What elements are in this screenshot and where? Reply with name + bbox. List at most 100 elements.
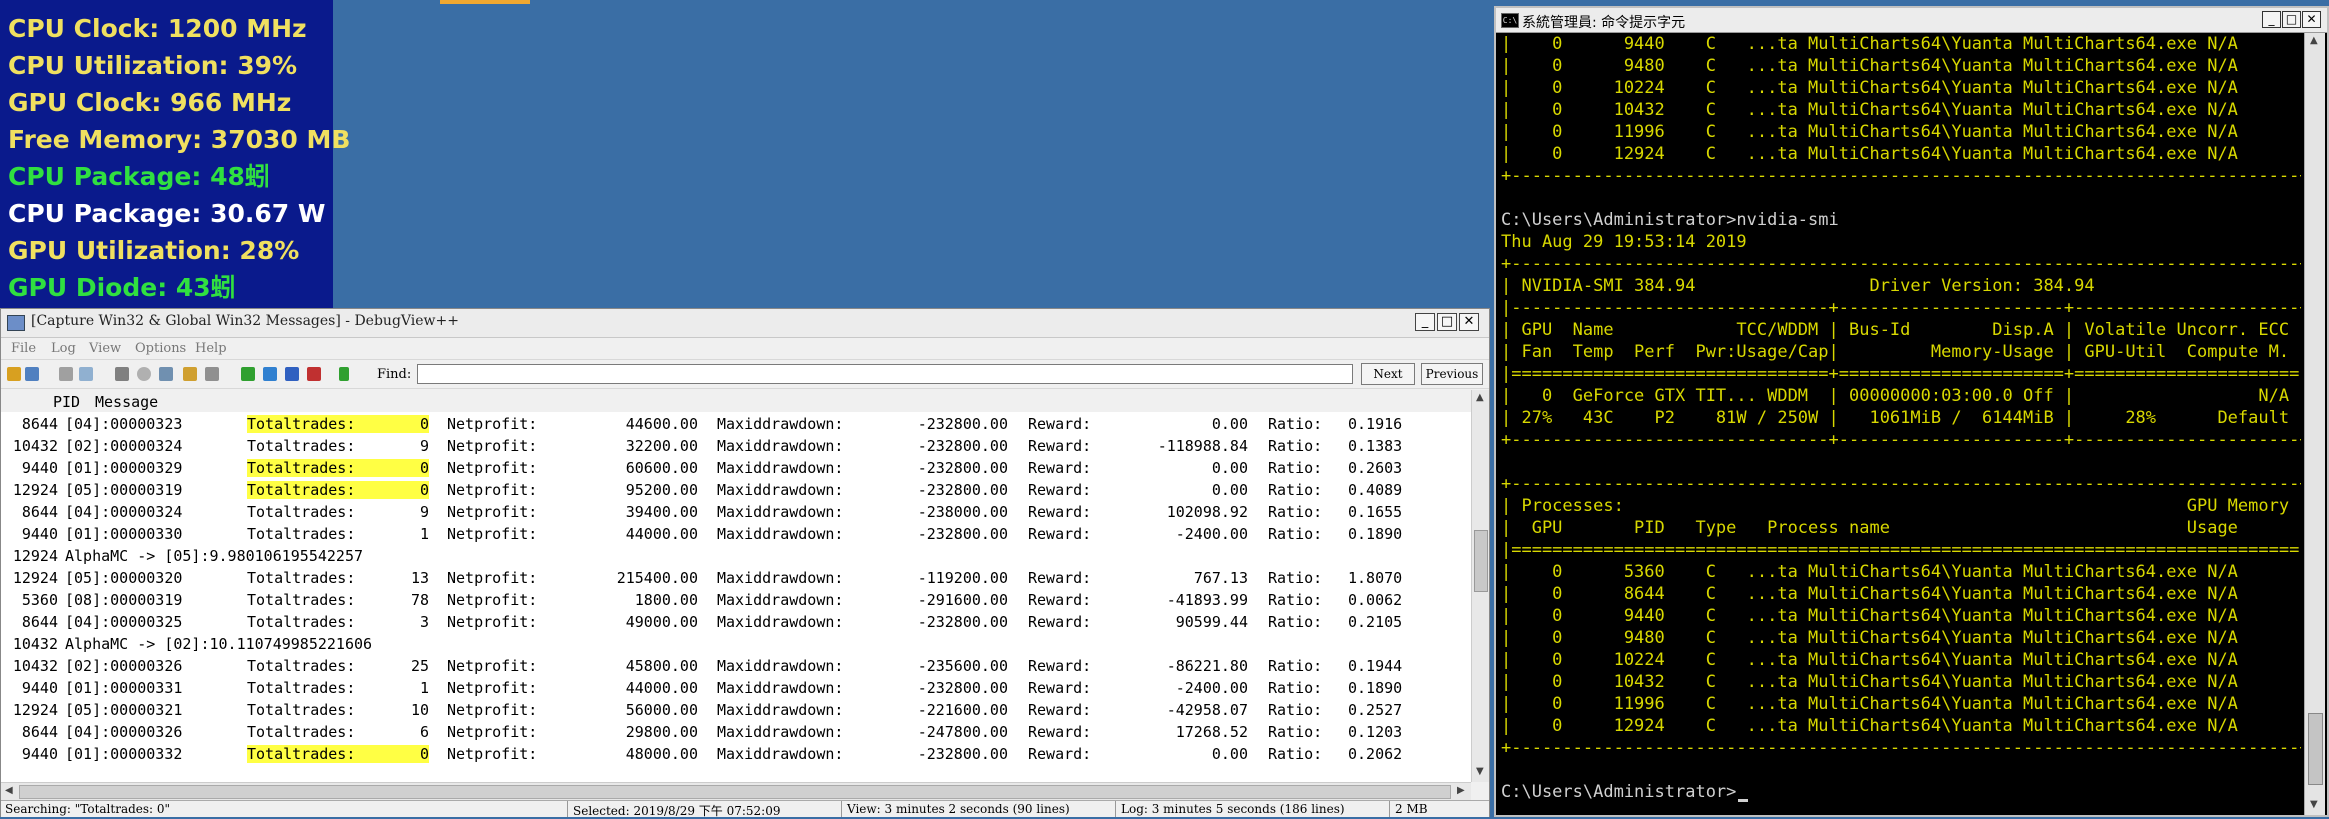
- filter-icon[interactable]: [183, 367, 197, 381]
- minimize-button[interactable]: _: [1415, 313, 1435, 331]
- log-row[interactable]: 9440 [01]:00000332 Totaltrades: 0 Netprofit:…: [1, 742, 1471, 764]
- overlay-stat-line: CPU Package: 48蚓: [8, 162, 270, 191]
- log-row[interactable]: 12924 [05]:00000319 Totaltrades: 0 Netprofit…: [1, 478, 1471, 500]
- reward-label: Reward:: [1028, 613, 1092, 631]
- reward-value: 0.00: [1211, 459, 1248, 477]
- scroll-right-arrow-icon[interactable]: ▶: [1457, 785, 1465, 796]
- log-row-pid: 12924: [12, 481, 58, 499]
- reward-value: 17268.52: [1175, 723, 1248, 741]
- play-icon[interactable]: [241, 367, 255, 381]
- log-row[interactable]: 10432 [02]:00000326 Totaltrades: 25 Netprofi…: [1, 654, 1471, 676]
- ratio-value: 0.2105: [1348, 613, 1403, 631]
- menu-log[interactable]: Log: [51, 341, 76, 356]
- capture-icon[interactable]: [263, 367, 277, 381]
- menu-view[interactable]: View: [89, 341, 121, 356]
- ratio-value: 1.8070: [1348, 569, 1403, 587]
- timestamp-icon[interactable]: [115, 367, 129, 381]
- maxdrawdown-value: -238000.00: [917, 503, 1008, 521]
- cmd-titlebar[interactable]: C:\ 系統管理員: 命令提示字元 _ □ ✕: [1496, 8, 2327, 33]
- totaltrades-value: 9: [419, 437, 429, 455]
- cmd-scroll-up-arrow-icon[interactable]: ▲: [2310, 35, 2318, 46]
- log-vertical-scroll-thumb[interactable]: [1474, 530, 1488, 592]
- maximize-button[interactable]: □: [1437, 313, 1457, 331]
- reward-label: Reward:: [1028, 481, 1092, 499]
- reward-value: -2400.00: [1175, 679, 1248, 697]
- log-row[interactable]: 8644 [04]:00000323 Totaltrades: 0 Netprofit:…: [1, 412, 1471, 434]
- cmd-minimize-button[interactable]: _: [2262, 11, 2281, 28]
- status-divider: [841, 801, 842, 817]
- stop-icon[interactable]: [307, 367, 321, 381]
- next-button[interactable]: Next: [1361, 363, 1415, 385]
- ratio-label: Ratio:: [1268, 437, 1323, 455]
- log-row[interactable]: 5360 [08]:00000319 Totaltrades: 78 Netprofit…: [1, 588, 1471, 610]
- previous-button[interactable]: Previous: [1421, 363, 1483, 385]
- debugview-titlebar[interactable]: [Capture Win32 & Global Win32 Messages] …: [1, 309, 1489, 338]
- log-row[interactable]: 9440 [01]:00000330 Totaltrades: 1 Netprofit:…: [1, 522, 1471, 544]
- log-row[interactable]: 12924 [05]:00000320 Totaltrades: 13 Netprofi…: [1, 566, 1471, 588]
- log-row[interactable]: 10432 AlphaMC -> [02]:10.110749985221606: [1, 632, 1471, 654]
- global-capture-icon[interactable]: [285, 367, 299, 381]
- reward-label: Reward:: [1028, 723, 1092, 741]
- status-view: View: 3 minutes 2 seconds (90 lines): [847, 802, 1070, 816]
- cmd-close-button[interactable]: ✕: [2302, 11, 2321, 28]
- log-row[interactable]: 12924 [05]:00000321 Totaltrades: 10 Netprofi…: [1, 698, 1471, 720]
- pause-icon[interactable]: [339, 367, 349, 381]
- netprofit-label: Netprofit:: [447, 591, 538, 609]
- netprofit-value: 1800.00: [634, 591, 698, 609]
- log-list[interactable]: 8644 [04]:00000323 Totaltrades: 0 Netprofit:…: [1, 412, 1471, 782]
- overlay-stat-line: GPU Clock: 966 MHz: [8, 88, 292, 117]
- font-icon[interactable]: [159, 367, 173, 381]
- maxdrawdown-value: -221600.00: [917, 701, 1008, 719]
- totaltrades-label: Totaltrades:: [247, 525, 356, 543]
- column-message[interactable]: Message: [95, 393, 158, 411]
- menu-options[interactable]: Options: [135, 341, 186, 356]
- maxdrawdown-label: Maxiddrawdown:: [717, 503, 844, 521]
- link-icon[interactable]: [205, 367, 219, 381]
- log-row[interactable]: 9440 [01]:00000329 Totaltrades: 0 Netprofit:…: [1, 456, 1471, 478]
- ratio-label: Ratio:: [1268, 745, 1323, 763]
- scroll-up-arrow-icon[interactable]: ▲: [1476, 392, 1484, 403]
- log-horizontal-scrollbar[interactable]: ◀ ▶: [1, 782, 1471, 800]
- console-line: +---------------------------------------…: [1501, 474, 2301, 494]
- log-row[interactable]: 8644 [04]:00000324 Totaltrades: 9 Netprofit:…: [1, 500, 1471, 522]
- open-icon[interactable]: [7, 367, 21, 381]
- log-row-pid: 10432: [12, 437, 58, 455]
- console-line: | 0 10432 C ...ta MultiCharts64\Yuanta M…: [1501, 100, 2301, 120]
- cmd-vertical-scrollbar[interactable]: ▲ ▼: [2304, 33, 2325, 815]
- scroll-left-arrow-icon[interactable]: ◀: [5, 785, 13, 796]
- cmd-vertical-scroll-thumb[interactable]: [2308, 713, 2323, 785]
- save-icon[interactable]: [25, 367, 39, 381]
- autoscroll-icon[interactable]: [137, 367, 151, 381]
- log-row-pid: 9440: [21, 459, 58, 477]
- totaltrades-label: Totaltrades:: [247, 723, 356, 741]
- cmd-maximize-button[interactable]: □: [2282, 11, 2301, 28]
- log-row[interactable]: 8644 [04]:00000325 Totaltrades: 3 Netprofit:…: [1, 610, 1471, 632]
- totaltrades-label: Totaltrades:: [247, 679, 356, 697]
- cmd-scroll-down-arrow-icon[interactable]: ▼: [2310, 799, 2318, 810]
- netprofit-value: 56000.00: [625, 701, 698, 719]
- console-line: | 0 5360 C ...ta MultiCharts64\Yuanta Mu…: [1501, 562, 2301, 582]
- menu-bar: File Log View Options Help: [1, 337, 1489, 359]
- log-vertical-scrollbar[interactable]: ▲ ▼: [1471, 390, 1489, 782]
- cmd-console-output[interactable]: | 0 9440 C ...ta MultiCharts64\Yuanta Mu…: [1501, 33, 2301, 813]
- column-pid[interactable]: PID: [53, 393, 80, 411]
- log-row-tag: [02]:00000326: [65, 657, 183, 675]
- log-row[interactable]: 8644 [04]:00000326 Totaltrades: 6 Netprofit:…: [1, 720, 1471, 742]
- menu-file[interactable]: File: [11, 341, 36, 356]
- clear-icon[interactable]: [79, 367, 93, 381]
- find-input[interactable]: [417, 364, 1353, 384]
- log-row[interactable]: 10432 [02]:00000324 Totaltrades: 9 Netprofit…: [1, 434, 1471, 456]
- log-column-header: PID Message: [1, 390, 1471, 412]
- log-row[interactable]: 9440 [01]:00000331 Totaltrades: 1 Netprofit:…: [1, 676, 1471, 698]
- totaltrades-value: 0: [369, 459, 429, 477]
- scroll-down-arrow-icon[interactable]: ▼: [1476, 766, 1484, 777]
- reward-value: 0.00: [1211, 481, 1248, 499]
- window-title: [Capture Win32 & Global Win32 Messages] …: [31, 313, 459, 329]
- console-line: | 0 9440 C ...ta MultiCharts64\Yuanta Mu…: [1501, 34, 2301, 54]
- log-row[interactable]: 12924 AlphaMC -> [05]:9.980106195542257: [1, 544, 1471, 566]
- close-button[interactable]: ✕: [1459, 313, 1479, 331]
- copy-icon[interactable]: [59, 367, 73, 381]
- menu-help[interactable]: Help: [195, 341, 227, 356]
- log-horizontal-scroll-thumb[interactable]: [19, 785, 1451, 799]
- netprofit-value: 44000.00: [625, 525, 698, 543]
